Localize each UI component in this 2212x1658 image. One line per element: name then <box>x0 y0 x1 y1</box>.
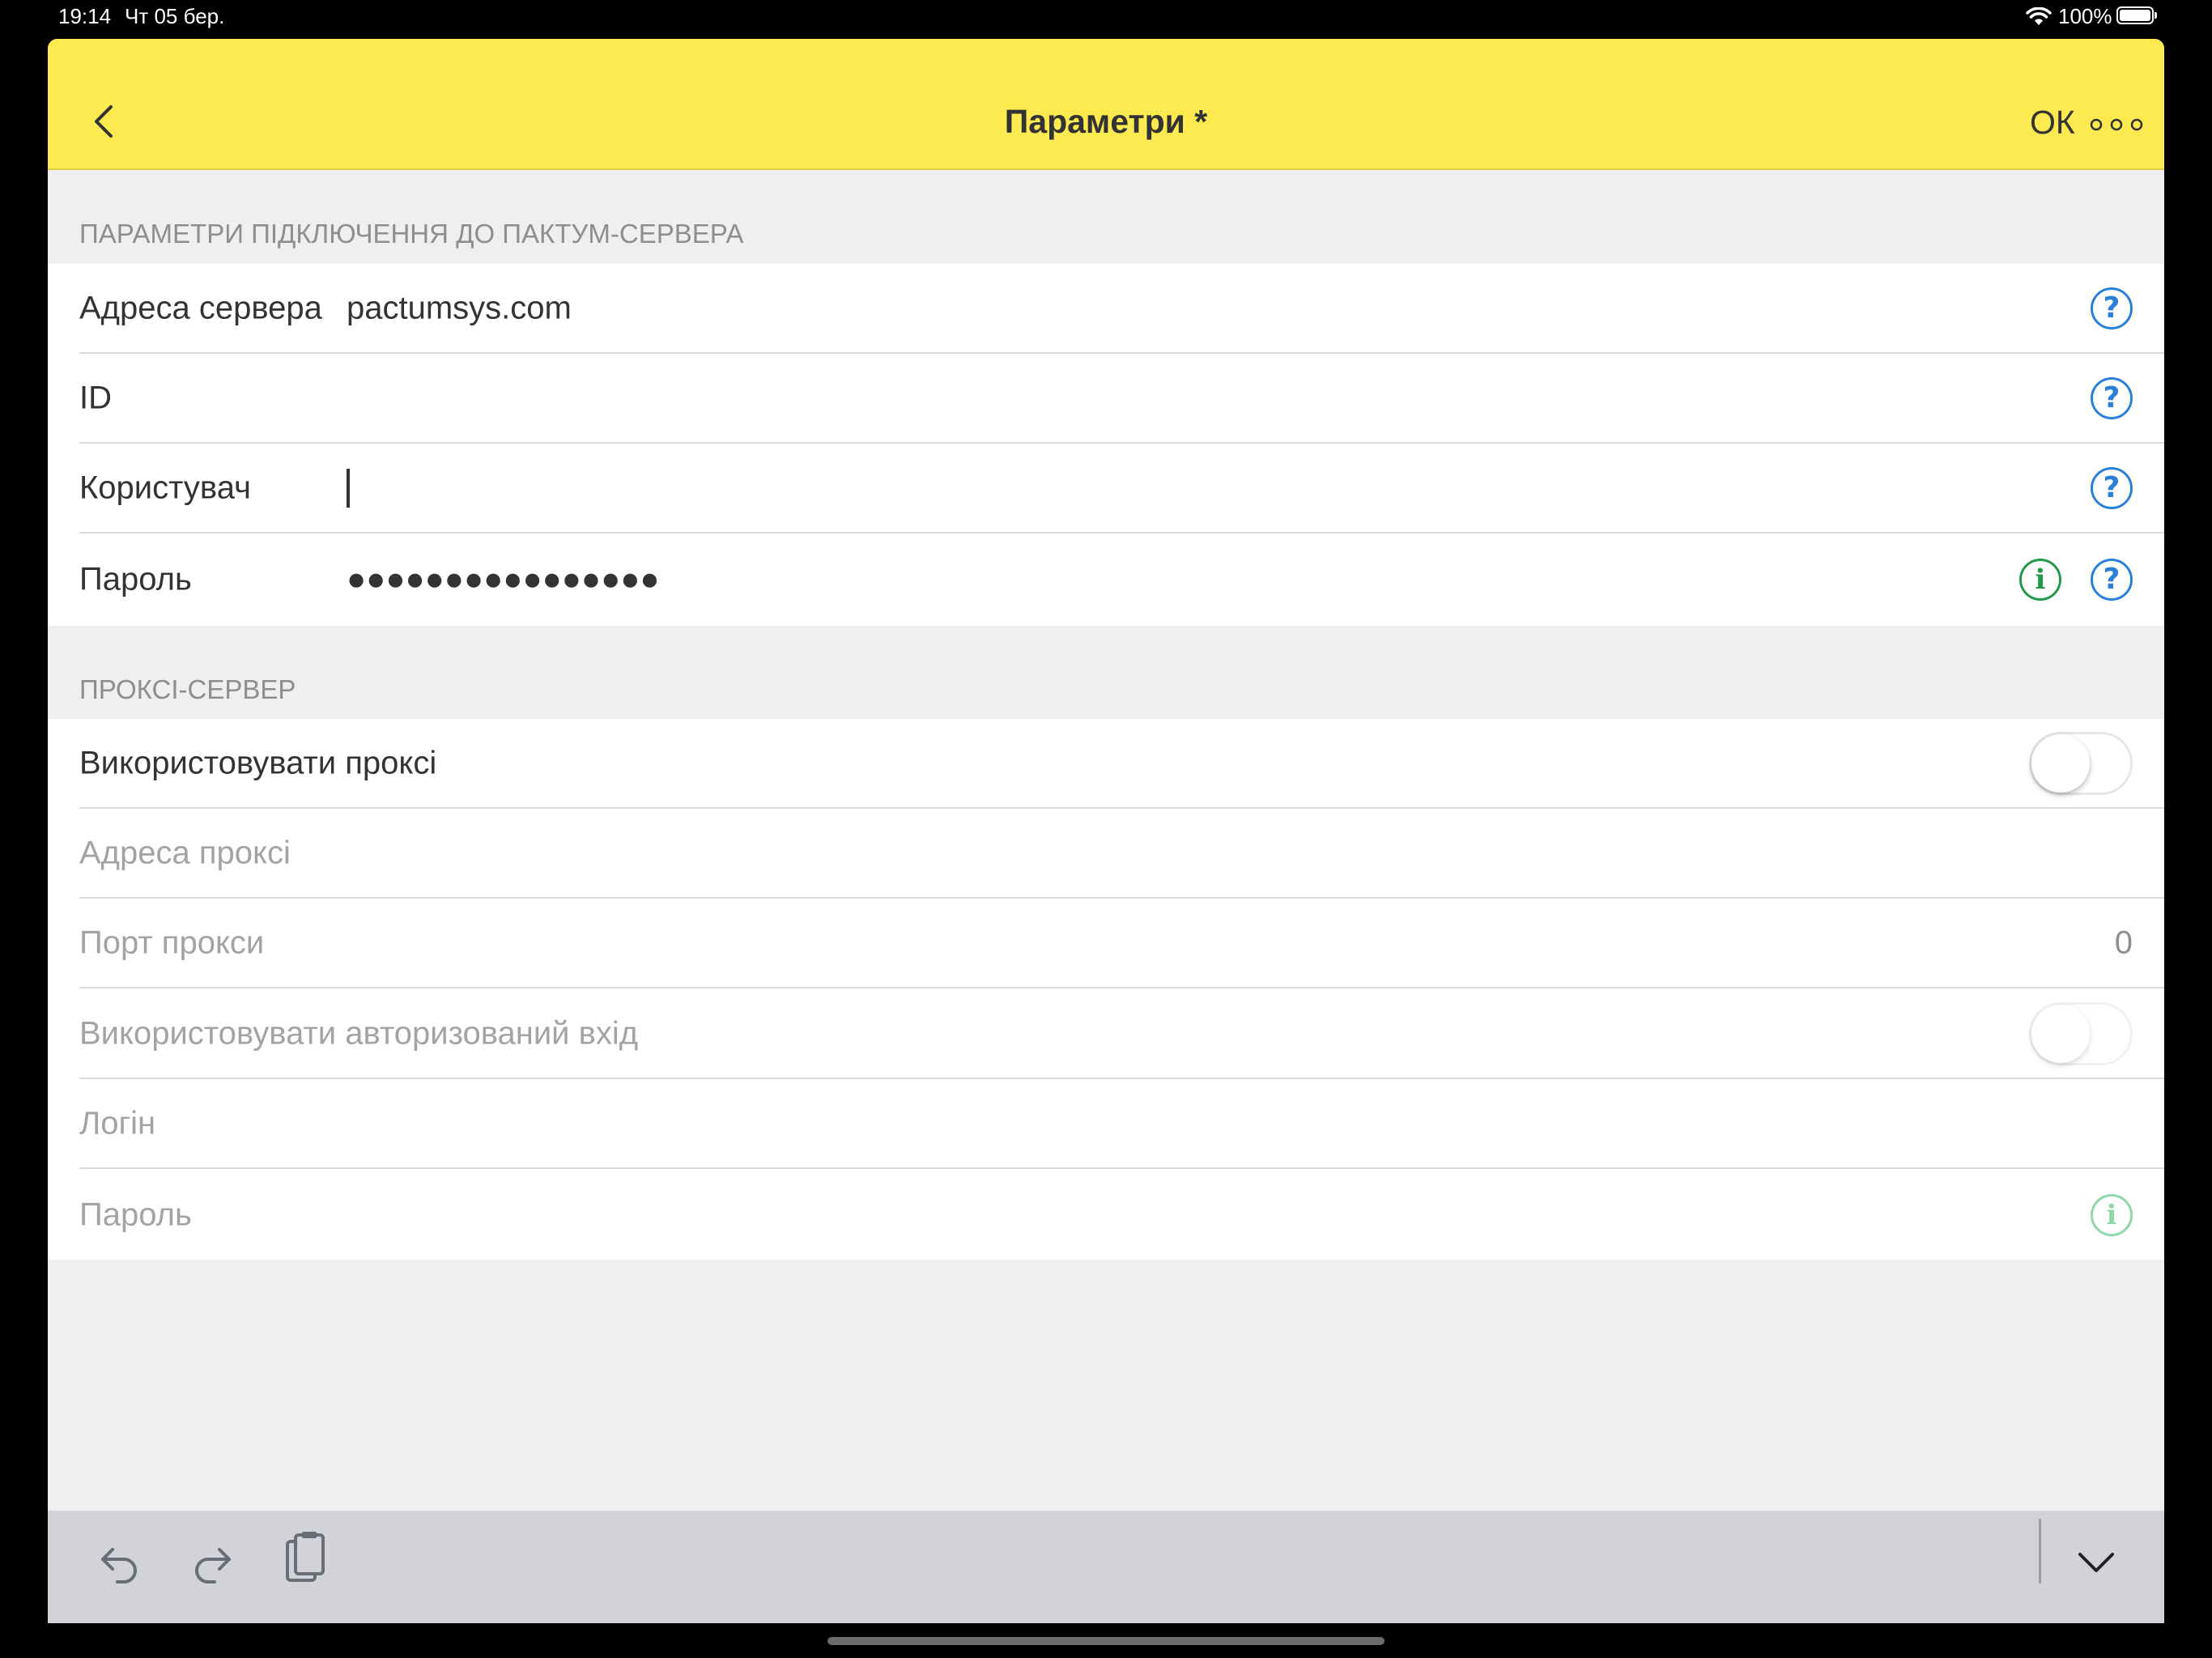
keyboard-toolbar <box>48 1511 2164 1623</box>
undo-icon[interactable] <box>96 1538 145 1587</box>
status-date: Чт 05 бер. <box>125 4 225 28</box>
ok-button[interactable]: ОК <box>2030 104 2075 142</box>
proxy-port-input[interactable]: 0 <box>2115 925 2133 961</box>
password-row[interactable]: Пароль ●●●●●●●●●●●●●●●● i ? <box>79 534 2164 624</box>
section-header-proxy: ПРОКСІ-СЕРВЕР <box>79 674 296 704</box>
user-label: Користувач <box>79 470 251 505</box>
proxy-port-label: Порт прокси <box>79 925 265 960</box>
section-header-connection: ПАРАМЕТРИ ПІДКЛЮЧЕННЯ ДО ПАКТУМ-СЕРВЕРА <box>79 219 744 249</box>
more-icon[interactable] <box>2090 117 2143 133</box>
proxy-address-label: Адреса проксі <box>79 835 291 870</box>
server-address-row[interactable]: Адреса сервера pactumsys.com ? <box>79 264 2164 354</box>
use-auth-row: Використовувати авторизований вхід <box>79 989 2164 1079</box>
proxy-card: Використовувати проксі Адреса проксі Пор… <box>48 719 2164 1260</box>
connection-card: Адреса сервера pactumsys.com ? ID ? Кори… <box>48 264 2164 626</box>
use-proxy-row: Використовувати проксі <box>79 719 2164 809</box>
use-proxy-label: Використовувати проксі <box>79 745 437 780</box>
help-icon[interactable]: ? <box>2091 466 2133 509</box>
home-indicator[interactable] <box>827 1637 1385 1645</box>
paste-icon[interactable] <box>281 1530 330 1587</box>
proxy-port-row[interactable]: Порт прокси 0 <box>79 899 2164 988</box>
proxy-address-row[interactable]: Адреса проксі <box>79 809 2164 899</box>
use-auth-toggle[interactable] <box>2029 1001 2133 1065</box>
login-row[interactable]: Логін <box>79 1079 2164 1169</box>
password-input[interactable]: ●●●●●●●●●●●●●●●● <box>347 561 660 597</box>
settings-window: Параметри * ОК ПАРАМЕТРИ ПІДКЛЮЧЕННЯ ДО … <box>48 39 2164 1623</box>
text-cursor <box>347 469 350 508</box>
id-row[interactable]: ID ? <box>79 354 2164 444</box>
login-label: Логін <box>79 1105 156 1141</box>
proxy-password-row[interactable]: Пароль i <box>79 1170 2164 1260</box>
wifi-icon <box>2026 7 2052 25</box>
id-label: ID <box>79 380 112 415</box>
toggle-knob <box>2031 1004 2090 1063</box>
use-proxy-toggle[interactable] <box>2029 731 2133 795</box>
server-address-input[interactable]: pactumsys.com <box>347 290 572 326</box>
proxy-password-label: Пароль <box>79 1197 192 1232</box>
battery-icon <box>2116 6 2157 24</box>
help-icon[interactable]: ? <box>2091 558 2133 601</box>
hide-keyboard-chevron-icon[interactable] <box>2074 1540 2119 1585</box>
page-title: Параметри * <box>1004 103 1208 140</box>
use-auth-label: Використовувати авторизований вхід <box>79 1015 639 1051</box>
server-address-label: Адреса сервера <box>79 290 322 325</box>
redo-icon[interactable] <box>187 1538 236 1587</box>
toolbar-divider <box>2039 1519 2041 1584</box>
help-icon[interactable]: ? <box>2091 376 2133 419</box>
info-icon[interactable]: i <box>2019 558 2061 601</box>
toggle-knob <box>2031 733 2090 793</box>
battery-percent: 100% <box>2058 4 2112 28</box>
status-time: 19:14 <box>58 4 112 28</box>
user-row[interactable]: Користувач ? <box>79 444 2164 534</box>
status-bar: 19:14 Чт 05 бер. 100% <box>0 0 2212 37</box>
password-label: Пароль <box>79 561 192 597</box>
info-icon[interactable]: i <box>2091 1193 2133 1236</box>
help-icon[interactable]: ? <box>2091 287 2133 329</box>
app-header: Параметри * ОК <box>48 39 2164 170</box>
